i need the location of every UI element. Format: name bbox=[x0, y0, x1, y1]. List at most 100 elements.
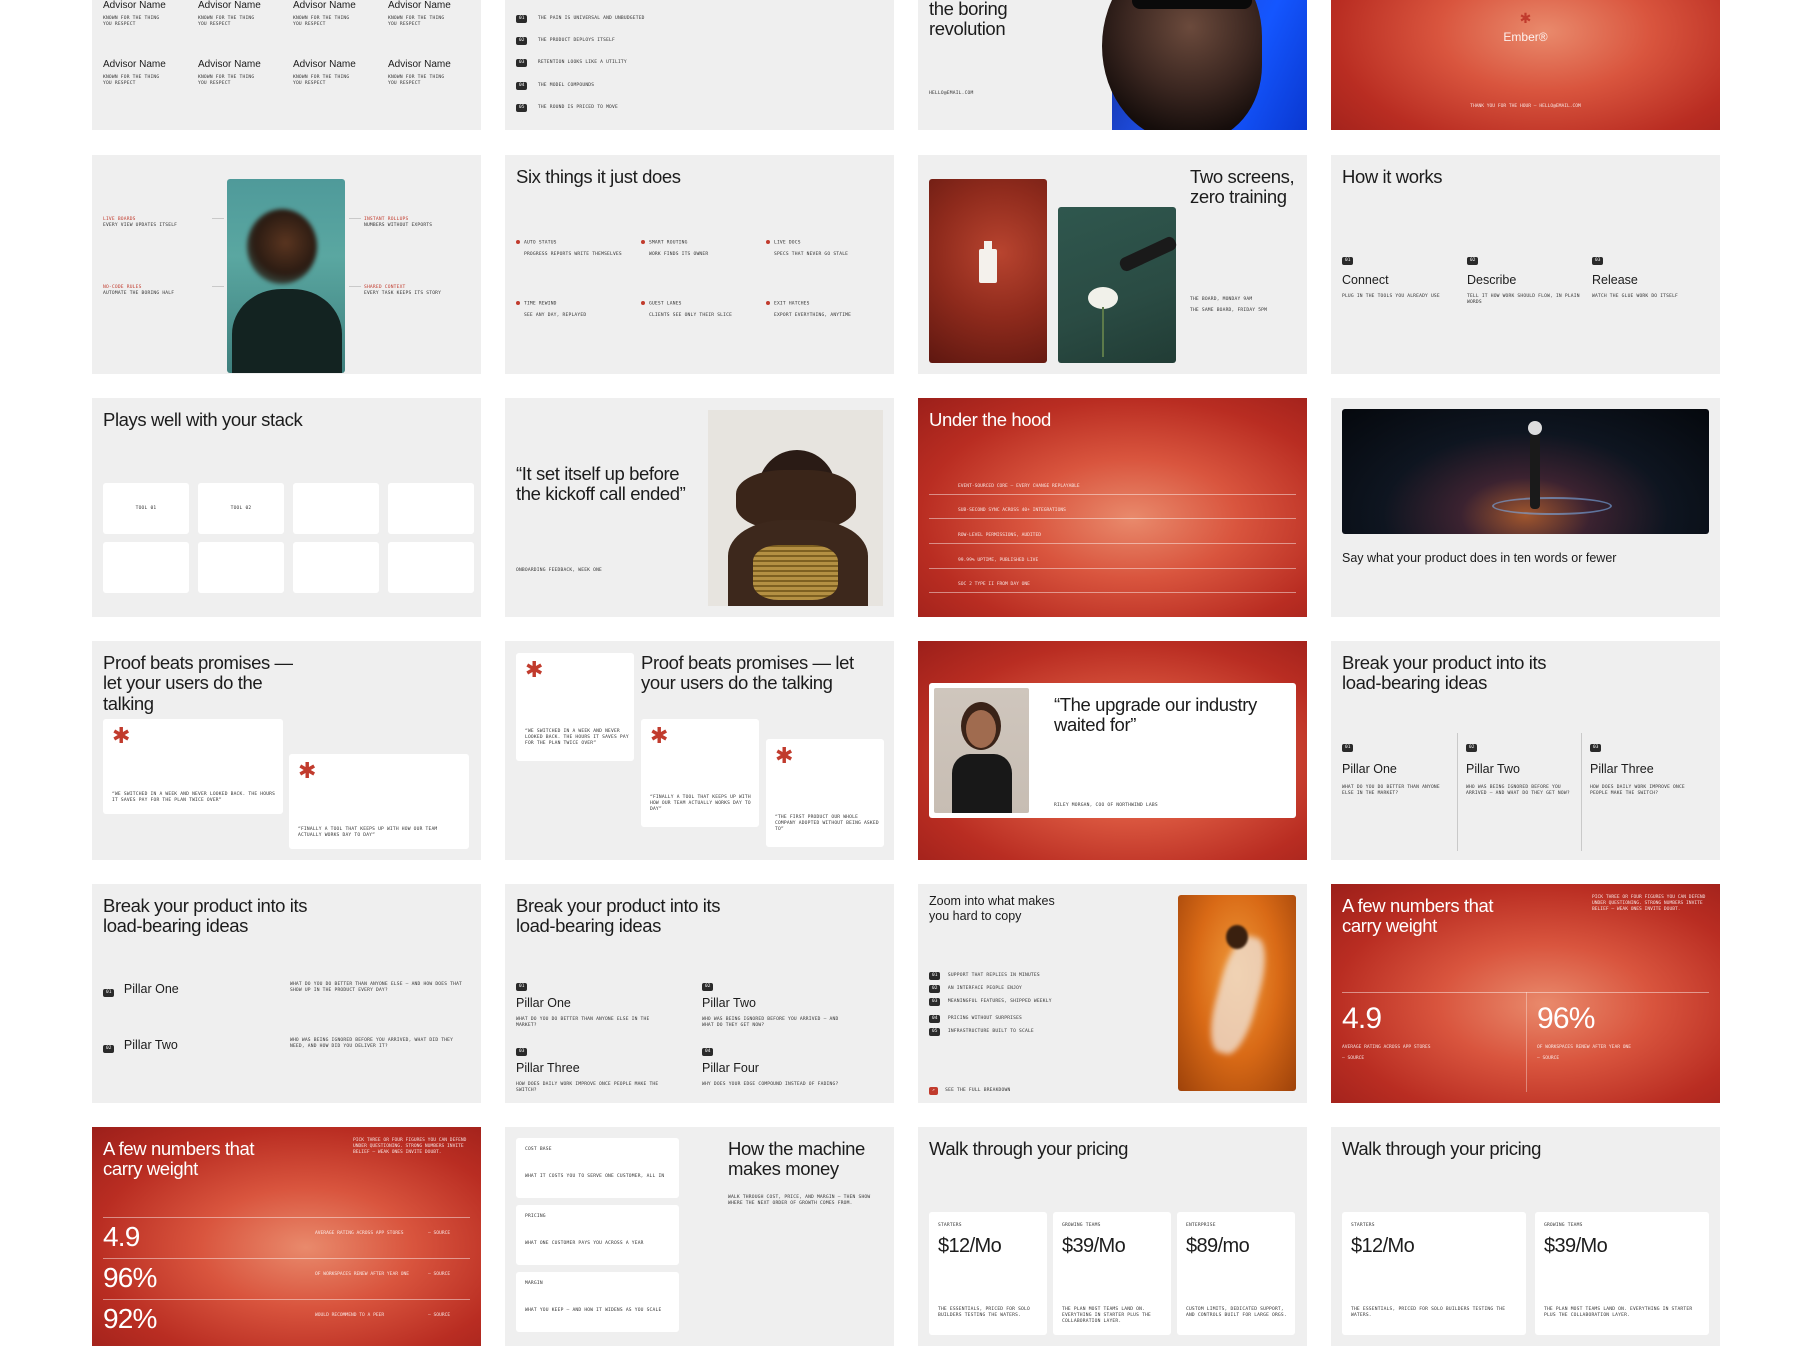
pillar-item: 01 Pillar One What do you do better than a… bbox=[516, 974, 666, 1029]
slide-title: How the machine makes money bbox=[728, 1138, 865, 1180]
flower-image bbox=[1058, 207, 1179, 363]
slide-machine-money[interactable]: Cost Base What it costs you to serve one … bbox=[505, 1127, 894, 1346]
advisor-name: Advisor Name bbox=[388, 0, 451, 11]
tier-name: Growing teams bbox=[1062, 1223, 1101, 1228]
tier-name: Starters bbox=[1351, 1223, 1375, 1228]
divider bbox=[103, 1299, 470, 1300]
slide-pricing-two[interactable]: Walk through your pricing Starters $12/Mo… bbox=[1331, 1127, 1720, 1346]
contact-email[interactable]: hello@email.com bbox=[929, 91, 974, 97]
slide-title: How it works bbox=[1342, 166, 1443, 187]
pillar-item: 02 Pillar Two Who was being ignored before… bbox=[1466, 735, 1576, 797]
quote-card: ✱ “Finally a tool that keeps up with how… bbox=[289, 754, 469, 849]
pillar-item: 02 Pillar Two Who was being ignored before… bbox=[702, 974, 852, 1029]
pillar-number: 03 bbox=[1590, 744, 1602, 752]
slide-one-liner[interactable]: Say what your product does in ten words … bbox=[1331, 398, 1720, 617]
slide-six-things[interactable]: Six things it just does Auto status Progr… bbox=[505, 155, 894, 374]
pillar-number: 03 bbox=[516, 1048, 528, 1056]
slide-note: Pick three or four figures you can defen… bbox=[1592, 895, 1706, 913]
slide-title: A few numbers that carry weight bbox=[1342, 895, 1494, 937]
reason-item: 02 The product deploys itself bbox=[516, 28, 615, 46]
slide-numbers-two[interactable]: A few numbers that carry weight Pick thr… bbox=[1331, 884, 1720, 1103]
price-card[interactable]: Starters $12/Mo The essentials, priced for… bbox=[929, 1212, 1047, 1335]
tool-tile[interactable] bbox=[198, 542, 284, 593]
divider bbox=[1581, 733, 1582, 851]
stat-source: — Source bbox=[428, 1313, 451, 1318]
reason-item: 03 Retention looks like a utility bbox=[516, 50, 627, 68]
price-card[interactable]: Starters $12/Mo The essentials, priced for… bbox=[1342, 1212, 1526, 1335]
stat-source: — Source bbox=[1342, 1056, 1365, 1061]
slide-upgrade-quote[interactable]: “The upgrade our industry waited for” Ri… bbox=[918, 641, 1307, 860]
quote-text: “We switched in a week and never looked … bbox=[525, 729, 629, 747]
item-number: 04 bbox=[516, 82, 528, 90]
advisor-name: Advisor Name bbox=[388, 59, 451, 70]
tool-tile[interactable] bbox=[103, 542, 189, 593]
advisor-desc: Known for the thing you respect bbox=[198, 16, 255, 28]
slide-how-it-works[interactable]: How it works 01 Connect Plug in the tools … bbox=[1331, 155, 1720, 374]
slide-numbers-three[interactable]: A few numbers that carry weight Pick thr… bbox=[92, 1127, 481, 1346]
slide-closing-boring[interactable]: the boring revolution hello@email.com bbox=[918, 0, 1307, 130]
slide-title: Break your product into its load-bearing… bbox=[516, 895, 721, 937]
feature-value: Specs that never go stale bbox=[774, 251, 849, 257]
slide-thank-you[interactable]: ✱ Ember® Thank you for the hour — hello@… bbox=[1331, 0, 1720, 130]
tool-tile[interactable]: Tool 02 bbox=[198, 483, 284, 534]
slide-stack[interactable]: Plays well with your stack Tool 01 Tool … bbox=[92, 398, 481, 617]
breakdown-link[interactable]: ↗ See the full breakdown bbox=[929, 1078, 1010, 1096]
price-card[interactable]: Growing teams $39/Mo The plan most teams l… bbox=[1053, 1212, 1171, 1335]
slide-testimonial-portrait[interactable]: “It set itself up before the kickoff cal… bbox=[505, 398, 894, 617]
tool-tile[interactable] bbox=[293, 483, 379, 534]
pillar-label: Pillar Two bbox=[123, 1038, 178, 1052]
step-label: Describe bbox=[1467, 273, 1517, 287]
tool-tile[interactable] bbox=[388, 542, 474, 593]
tool-tile[interactable]: Tool 01 bbox=[103, 483, 189, 534]
advisor-cell: Advisor Name Known for the thing you resp… bbox=[103, 59, 166, 87]
feature-key: Live docs bbox=[774, 240, 801, 246]
slide-two-screens[interactable]: Two screens, zero training The board, Mo… bbox=[918, 155, 1307, 374]
quote-card: ✱ “The first product our whole company a… bbox=[766, 739, 884, 847]
spec-row: Row-level permissions, audited bbox=[958, 533, 1041, 538]
advisor-cell: Advisor Name Known for the thing you resp… bbox=[293, 0, 356, 28]
slide-pillars-two[interactable]: Break your product into its load-bearing… bbox=[92, 884, 481, 1103]
stat-source: — Source bbox=[428, 1231, 451, 1236]
slide-pricing-three[interactable]: Walk through your pricing Starters $12/Mo… bbox=[918, 1127, 1307, 1346]
slide-proof-two-quotes[interactable]: Proof beats promises — let your users do… bbox=[92, 641, 481, 860]
slide-under-the-hood[interactable]: Under the hood Event-sourced core — ever… bbox=[918, 398, 1307, 617]
slide-title: Two screens, zero training bbox=[1190, 166, 1295, 208]
advisor-desc: Known for the thing you respect bbox=[103, 16, 160, 28]
item-text: The model compounds bbox=[537, 83, 595, 88]
price-card[interactable]: Growing teams $39/Mo The plan most teams l… bbox=[1535, 1212, 1709, 1335]
portrait-hands-image bbox=[708, 410, 883, 606]
pillar-label: Pillar Two bbox=[1466, 762, 1520, 776]
slide-reasons-list[interactable]: 01 The pain is universal and unbudgeted … bbox=[505, 0, 894, 130]
slide-pillars-four[interactable]: Break your product into its load-bearing… bbox=[505, 884, 894, 1103]
slide-proof-three-quotes[interactable]: ✱ “We switched in a week and never looke… bbox=[505, 641, 894, 860]
tool-tile[interactable] bbox=[388, 483, 474, 534]
slide-advisors[interactable]: Advisor Name Known for the thing you resp… bbox=[92, 0, 481, 130]
bullet-dot bbox=[641, 301, 645, 305]
slide-title: Walk through your pricing bbox=[1342, 1138, 1542, 1159]
tool-tile[interactable] bbox=[293, 542, 379, 593]
feature-value: Automate the boring half bbox=[103, 291, 175, 297]
tier-name: Enterprise bbox=[1186, 1223, 1216, 1228]
price-card[interactable]: Enterprise $89/mo Custom limits, dedicated… bbox=[1177, 1212, 1295, 1335]
feature-value: Every view updates itself bbox=[103, 223, 178, 229]
pillar-desc: Who was being ignored before you arrived… bbox=[702, 1017, 839, 1029]
slide-features-portrait[interactable]: Live boards Every view updates itself No-… bbox=[92, 155, 481, 374]
reason-item: 04 The model compounds bbox=[516, 73, 594, 91]
step-desc: Watch the glue work do itself bbox=[1592, 294, 1679, 299]
slide-title: Break your product into its load-bearing… bbox=[1342, 652, 1547, 694]
money-key: Pricing bbox=[525, 1214, 546, 1219]
step-item: 03 Release Watch the glue work do itself bbox=[1592, 248, 1707, 300]
tool-label: Tool 01 bbox=[135, 506, 157, 511]
pillar-number: 04 bbox=[702, 1048, 714, 1056]
pillar-label: Pillar One bbox=[1342, 762, 1397, 776]
slide-pillars-three[interactable]: Break your product into its load-bearing… bbox=[1331, 641, 1720, 860]
stat-value: 4.9 bbox=[1342, 1002, 1382, 1035]
arrow-icon: ↗ bbox=[929, 1087, 938, 1095]
quote-cite: Riley Morgan, COO of Northwind Labs bbox=[1054, 803, 1158, 808]
stat-desc: Average rating across app stores bbox=[1342, 1045, 1431, 1050]
slide-hard-to-copy[interactable]: Zoom into what makes you hard to copy 01… bbox=[918, 884, 1307, 1103]
advisor-name: Advisor Name bbox=[103, 59, 166, 70]
feature-value: Export everything, anytime bbox=[774, 312, 852, 318]
item-number: 03 bbox=[516, 59, 528, 67]
divider bbox=[929, 518, 1296, 519]
